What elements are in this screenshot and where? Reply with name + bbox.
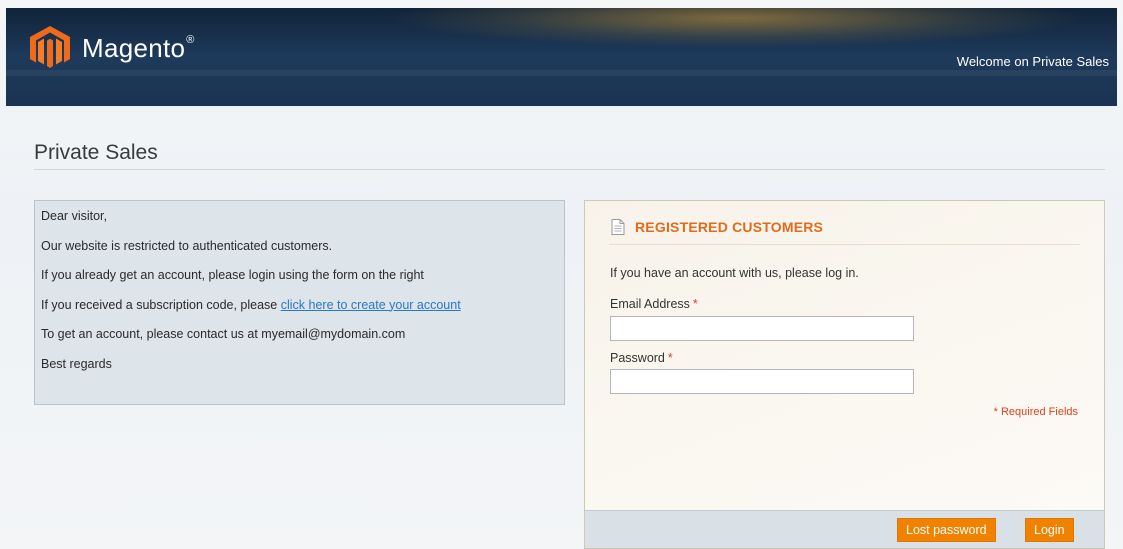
greeting-text: Dear visitor, — [41, 209, 107, 223]
password-required-mark: * — [667, 351, 673, 365]
header-glow — [386, 8, 1086, 48]
password-label-text: Password — [610, 351, 665, 365]
email-label: Email Address * — [610, 297, 698, 311]
welcome-message: Welcome on Private Sales — [956, 54, 1109, 69]
email-label-text: Email Address — [610, 297, 690, 311]
header-stripe — [6, 70, 1117, 76]
login-intro: If you have an account with us, please l… — [610, 266, 859, 280]
message-line-2: If you already get an account, please lo… — [41, 268, 424, 282]
message-line-4: To get an account, please contact us at … — [41, 327, 406, 341]
registered-mark: ® — [186, 33, 195, 46]
brand-logo[interactable]: Magento® — [30, 26, 195, 70]
magento-logo-icon — [30, 26, 70, 68]
message-line-3: If you received a subscription code, ple… — [41, 298, 558, 312]
panel-footer: Lost password Login — [585, 510, 1104, 548]
document-icon — [611, 219, 625, 235]
lost-password-button[interactable]: Lost password — [897, 518, 996, 542]
create-account-link[interactable]: click here to create your account — [281, 298, 461, 312]
brand-name: Magento® — [82, 32, 195, 63]
restriction-message-box: Dear visitor, Our website is restricted … — [34, 200, 565, 405]
page-title: Private Sales — [34, 141, 158, 164]
login-button[interactable]: Login — [1025, 518, 1074, 542]
panel-title: REGISTERED CUSTOMERS — [635, 219, 824, 235]
email-field[interactable] — [610, 316, 914, 341]
panel-header-divider — [609, 244, 1080, 245]
required-fields-note: * Required Fields — [993, 406, 1078, 418]
password-field[interactable] — [610, 369, 914, 394]
registered-customers-panel: REGISTERED CUSTOMERS If you have an acco… — [584, 200, 1105, 549]
message-line-1: Our website is restricted to authenticat… — [41, 238, 333, 253]
message-line-3-prefix: If you received a subscription code, ple… — [41, 297, 281, 312]
password-label: Password * — [610, 351, 673, 365]
title-divider — [34, 169, 1105, 170]
panel-header: REGISTERED CUSTOMERS — [611, 219, 823, 235]
closing-text: Best regards — [41, 356, 112, 371]
email-required-mark: * — [692, 297, 698, 311]
site-header: Magento® Welcome on Private Sales — [6, 8, 1117, 106]
